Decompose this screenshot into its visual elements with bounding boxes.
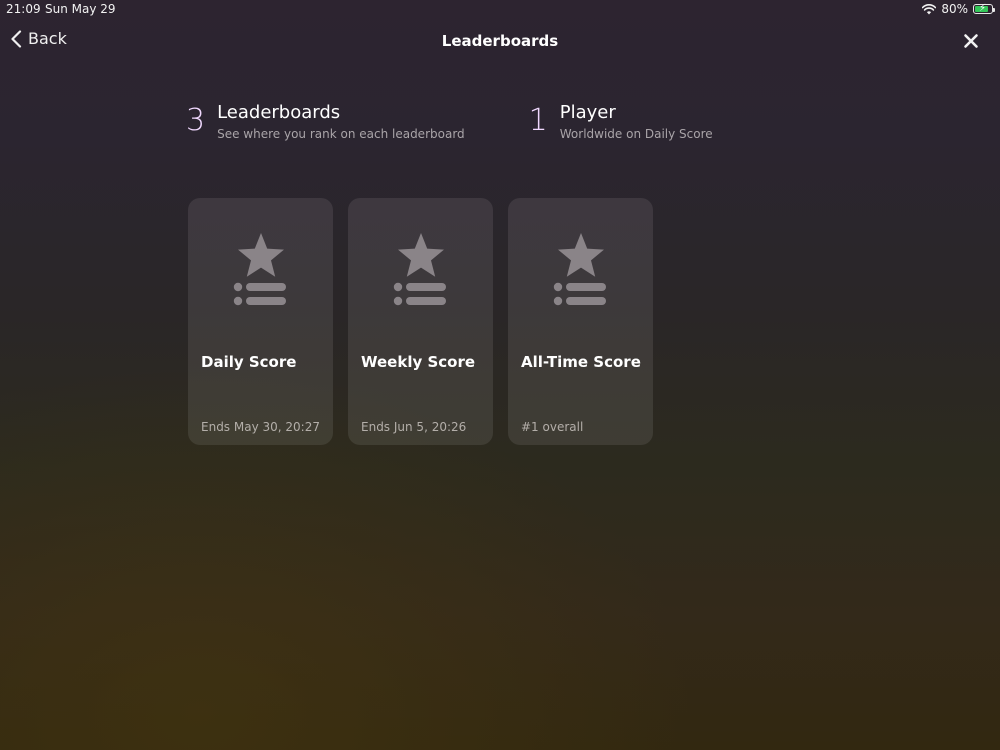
card-detail: #1 overall: [521, 420, 584, 434]
leaderboard-card-all-time-score[interactable]: All-Time Score #1 overall: [508, 198, 653, 445]
battery-percent: 80%: [941, 2, 968, 16]
status-time: 21:09: [6, 2, 41, 16]
leaderboard-count: 3: [186, 103, 206, 138]
leaderboard-count-block: 3 Leaderboards See where you rank on eac…: [186, 102, 465, 141]
card-title: All-Time Score: [521, 353, 641, 371]
player-count-subtitle: Worldwide on Daily Score: [559, 127, 713, 141]
charging-bolt-icon: ⚡: [979, 3, 987, 14]
leaderboard-star-list-icon: [553, 233, 606, 306]
battery-icon: ⚡: [973, 3, 995, 14]
leaderboard-cards: Daily Score Ends May 30, 20:27 Weekly Sc…: [188, 198, 653, 445]
wifi-icon: [922, 3, 937, 14]
card-detail: Ends May 30, 20:27: [201, 420, 320, 434]
card-detail: Ends Jun 5, 20:26: [361, 420, 467, 434]
player-count: 1: [528, 103, 548, 138]
status-bar: 21:09 Sun May 29 80% ⚡: [0, 0, 1000, 20]
navigation-bar: Back Leaderboards: [0, 22, 1000, 60]
card-title: Daily Score: [201, 353, 297, 371]
leaderboard-summary: 3 Leaderboards See where you rank on eac…: [186, 102, 713, 141]
leaderboard-star-list-icon: [393, 233, 446, 306]
leaderboard-card-weekly-score[interactable]: Weekly Score Ends Jun 5, 20:26: [348, 198, 493, 445]
status-indicators: 80% ⚡: [922, 2, 995, 16]
leaderboard-star-list-icon: [233, 233, 286, 306]
card-title: Weekly Score: [361, 353, 476, 371]
leaderboard-count-subtitle: See where you rank on each leaderboard: [217, 127, 465, 141]
close-button[interactable]: [961, 31, 981, 51]
leaderboard-card-daily-score[interactable]: Daily Score Ends May 30, 20:27: [188, 198, 333, 445]
close-icon: [964, 34, 978, 48]
battery-tip: [993, 8, 995, 12]
player-count-block: 1 Player Worldwide on Daily Score: [529, 102, 713, 141]
leaderboard-count-heading: Leaderboards: [217, 102, 341, 123]
page-title: Leaderboards: [441, 32, 559, 50]
player-count-heading: Player: [559, 102, 616, 123]
status-date: Sun May 29: [45, 2, 116, 16]
